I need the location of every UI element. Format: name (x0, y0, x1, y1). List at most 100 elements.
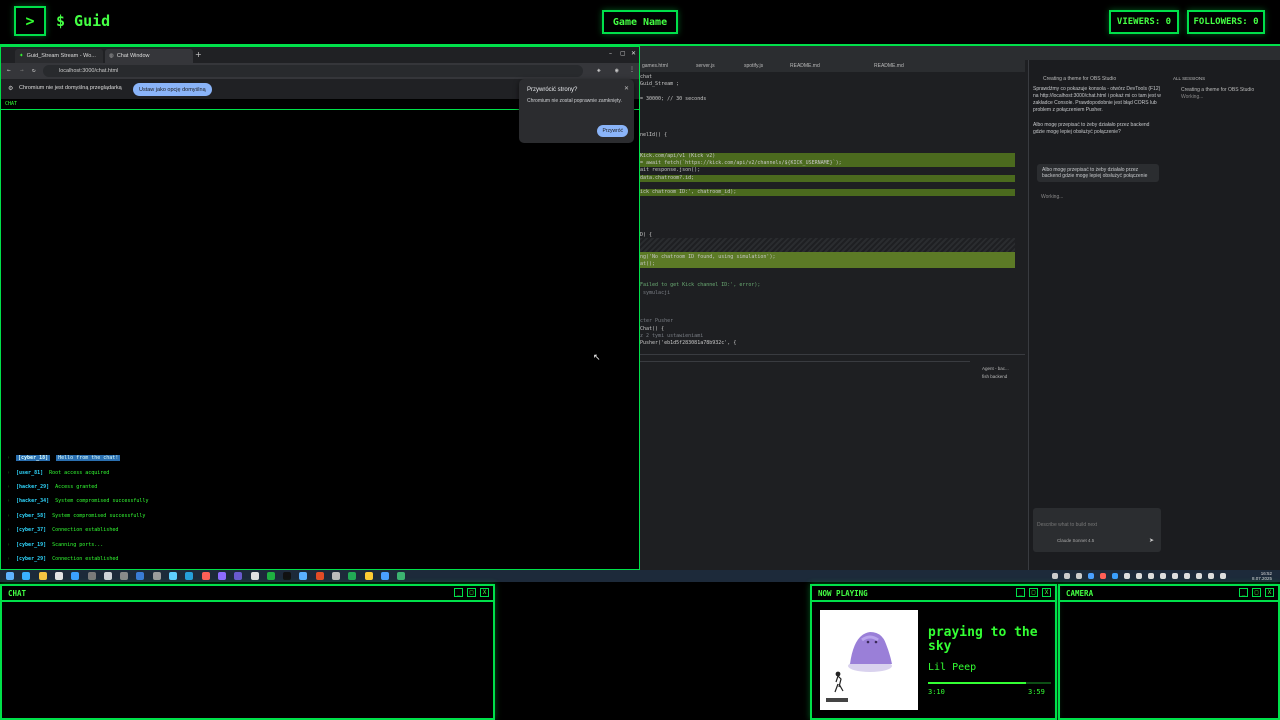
taskbar-app-icon[interactable] (38, 572, 47, 580)
maximize-icon[interactable]: ▢ (620, 50, 626, 57)
terminal-panel[interactable] (640, 354, 1025, 570)
taskbar-app-icon[interactable] (169, 572, 177, 580)
editor-tab[interactable]: spotify.js (744, 63, 763, 69)
editor-tab[interactable]: README.md (790, 63, 820, 69)
bullet-icon: › (7, 541, 11, 548)
set-default-button[interactable]: Ustaw jako opcję domyślną (133, 83, 212, 96)
code-line: cter Pusher (640, 318, 674, 325)
progress-bar[interactable] (928, 682, 1051, 684)
taskbar-app-icon[interactable] (103, 572, 112, 580)
taskbar-app-icon[interactable] (54, 572, 63, 580)
tray-icon[interactable] (1220, 573, 1226, 579)
editor-tab[interactable]: server.js (696, 63, 715, 69)
tray-icon[interactable] (1112, 573, 1118, 579)
browser-tab-stream[interactable]: ✦ Guid_Stream Stream - Wo... (15, 49, 103, 63)
maximize-icon[interactable]: □ (1252, 588, 1261, 597)
taskbar-app-icon[interactable] (283, 572, 292, 580)
browser-window: ✦ Guid_Stream Stream - Wo... ◍ Chat Wind… (0, 46, 640, 570)
send-icon[interactable]: ➤ (1149, 537, 1154, 544)
taskbar-app-icon[interactable] (250, 572, 259, 580)
taskbar-app-icon[interactable] (71, 572, 80, 580)
minimize-icon[interactable]: – (609, 50, 612, 57)
taskbar-app-icon[interactable] (120, 572, 129, 580)
terminal-item[interactable]: fish backend (982, 374, 1026, 382)
menu-kebab-icon[interactable]: ⋮ (629, 66, 635, 73)
tray-icon[interactable] (1124, 573, 1130, 579)
tray-icon[interactable] (1196, 573, 1202, 579)
taskbar-app-icon[interactable] (201, 572, 210, 580)
taskbar-app-icon[interactable] (397, 572, 406, 580)
maximize-icon[interactable]: □ (1029, 588, 1038, 597)
tray-icon[interactable] (1100, 573, 1106, 579)
bullet-icon: › (7, 498, 11, 505)
chat-message: › [hacker_34] System compromised successfu… (7, 494, 327, 508)
close-icon[interactable]: X (1265, 588, 1274, 597)
browser-tab-bar: ✦ Guid_Stream Stream - Wo... ◍ Chat Wind… (1, 47, 639, 63)
new-tab-icon[interactable]: + (195, 50, 202, 59)
diff-hatch (640, 238, 1015, 252)
minimize-icon[interactable]: _ (454, 588, 463, 597)
minimize-icon[interactable]: _ (1016, 588, 1025, 597)
code-editor[interactable]: chat Guid_Stream ; = 30000; // 30 seconds n… (640, 74, 1015, 360)
forward-icon[interactable]: → (20, 67, 24, 74)
tray-icon[interactable] (1136, 573, 1142, 579)
tray-icon[interactable] (1148, 573, 1154, 579)
restore-button[interactable]: Przywróć (597, 125, 628, 137)
taskbar-app-icon[interactable] (380, 572, 389, 580)
maximize-icon[interactable]: □ (467, 588, 476, 597)
taskbar-app-icon[interactable] (22, 572, 31, 580)
panel-title: CHAT (8, 589, 27, 598)
close-icon[interactable]: ✕ (631, 50, 636, 57)
taskbar-app-icon[interactable] (152, 572, 161, 580)
editor-tab[interactable]: games.html (642, 63, 668, 69)
back-icon[interactable]: ← (7, 67, 11, 74)
tray-icon[interactable] (1208, 573, 1214, 579)
tray-icon[interactable] (1184, 573, 1190, 579)
close-icon[interactable]: X (480, 588, 489, 597)
taskbar-app-icon[interactable] (87, 572, 96, 580)
browser-tab-chat[interactable]: ◍ Chat Window (105, 49, 193, 63)
panel-title: CAMERA (1066, 589, 1094, 598)
minimize-icon[interactable]: _ (1239, 588, 1248, 597)
tray-icon[interactable] (1160, 573, 1166, 579)
code-line: Chat() { (640, 325, 665, 332)
profile-icon[interactable]: ◉ (615, 67, 619, 74)
editor-tab[interactable]: README.md (874, 63, 904, 69)
chat-text: Scanning ports... (52, 541, 104, 548)
tray-icon[interactable] (1064, 573, 1070, 579)
reload-icon[interactable]: ↻ (32, 67, 36, 74)
taskbar-app-icon[interactable] (348, 572, 357, 580)
terminal-item[interactable]: Agent - bac... (982, 366, 1026, 374)
popup-close-icon[interactable]: ✕ (624, 85, 629, 92)
taskbar-app-icon[interactable] (185, 572, 194, 580)
taskbar-app-icon[interactable] (217, 572, 226, 580)
session-status: Working... (1181, 94, 1204, 100)
taskbar-app-icon[interactable] (266, 572, 275, 580)
taskbar-app-icon[interactable] (136, 572, 145, 580)
taskbar-app-icon[interactable] (234, 572, 243, 580)
tray-icon[interactable] (1076, 573, 1082, 579)
taskbar-app-icon[interactable] (315, 572, 324, 580)
model-selector[interactable]: Claude Sonnet 4.5 (1057, 538, 1094, 543)
tray-icon[interactable] (1172, 573, 1178, 579)
taskbar-app-icon[interactable] (364, 572, 373, 580)
chat-text: Root access acquired (49, 469, 110, 476)
tray-icon[interactable] (1088, 573, 1094, 579)
close-icon[interactable]: X (1042, 588, 1051, 597)
taskbar-app-icon[interactable] (299, 572, 308, 580)
extensions-icon[interactable]: ◈ (597, 67, 601, 74)
agent-input-box[interactable]: Describe what to build next Claude Sonne… (1033, 508, 1161, 552)
taskbar-app-icon[interactable] (332, 572, 340, 580)
chat-message: › [hacker_29] Access granted (7, 480, 327, 494)
taskbar-app-icon[interactable] (6, 572, 14, 580)
panel-header: NOW PLAYING _ □ X (812, 586, 1055, 602)
logo: > (14, 6, 46, 36)
address-bar[interactable]: localhost:3000/chat.html (43, 65, 583, 77)
chat-text: Connection established (52, 555, 119, 562)
session-item[interactable]: Creating a theme for OBS Studio (1181, 87, 1254, 93)
tray-icon[interactable] (1052, 573, 1058, 579)
